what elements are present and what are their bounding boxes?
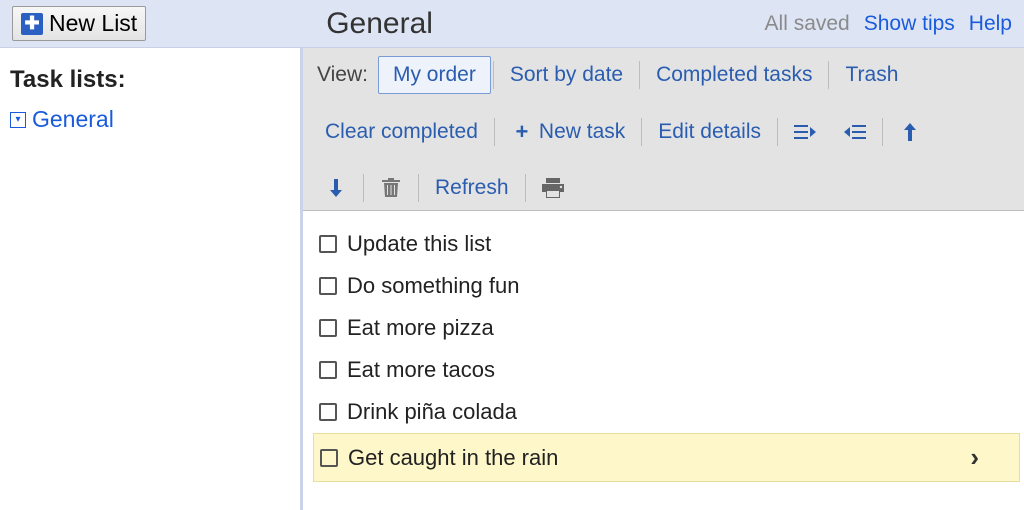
show-tips-link[interactable]: Show tips (864, 12, 955, 36)
checkbox-icon[interactable] (319, 403, 337, 421)
new-list-label: New List (49, 10, 137, 37)
arrow-down-icon (325, 177, 347, 199)
new-task-button[interactable]: + New task (497, 114, 639, 150)
print-button[interactable] (528, 171, 578, 205)
plus-icon: ✚ (21, 13, 43, 35)
checkbox-icon[interactable] (319, 361, 337, 379)
sidebar-item-label: General (32, 106, 114, 133)
move-down-button[interactable] (311, 171, 361, 205)
move-up-button[interactable] (885, 115, 935, 149)
top-right-links: All saved Show tips Help (765, 12, 1012, 36)
clear-completed-button[interactable]: Clear completed (311, 114, 492, 150)
toolbar: View: My order Sort by date Completed ta… (303, 48, 1024, 211)
checkbox-icon[interactable] (319, 277, 337, 295)
view-trash[interactable]: Trash (831, 57, 912, 93)
task-row[interactable]: Drink piña colada (313, 391, 1020, 433)
task-label: Drink piña colada (347, 399, 517, 425)
trash-icon (380, 177, 402, 199)
view-my-order[interactable]: My order (378, 56, 491, 94)
arrow-up-icon (899, 121, 921, 143)
sidebar-item-general[interactable]: ▾ General (10, 104, 290, 135)
indent-right-icon (794, 121, 816, 143)
task-label: Eat more tacos (347, 357, 495, 383)
task-row[interactable]: Eat more tacos (313, 349, 1020, 391)
task-row[interactable]: Update this list (313, 223, 1020, 265)
checkbox-icon[interactable] (320, 449, 338, 467)
task-label: Get caught in the rain (348, 445, 558, 471)
indent-left-icon (844, 121, 866, 143)
sidebar: Task lists: ▾ General (0, 48, 300, 510)
task-label: Update this list (347, 231, 491, 257)
task-label: Do something fun (347, 273, 519, 299)
view-sort-by-date[interactable]: Sort by date (496, 57, 637, 93)
task-row[interactable]: Do something fun (313, 265, 1020, 307)
view-label: View: (311, 59, 378, 91)
indent-left-button[interactable] (830, 115, 880, 149)
refresh-button[interactable]: Refresh (421, 170, 523, 206)
indent-right-button[interactable] (780, 115, 830, 149)
task-row[interactable]: Get caught in the rain › (313, 433, 1020, 482)
chevron-right-icon[interactable]: › (970, 442, 1009, 473)
checkbox-icon[interactable] (319, 235, 337, 253)
page-title: General (326, 7, 433, 41)
sidebar-heading: Task lists: (10, 66, 290, 94)
delete-button[interactable] (366, 171, 416, 205)
main-panel: View: My order Sort by date Completed ta… (300, 48, 1024, 510)
dropdown-icon: ▾ (10, 112, 26, 128)
print-icon (542, 177, 564, 199)
plus-icon: + (511, 121, 533, 143)
edit-details-button[interactable]: Edit details (644, 114, 775, 150)
task-list: Update this list Do something fun Eat more… (303, 211, 1024, 486)
view-completed-tasks[interactable]: Completed tasks (642, 57, 826, 93)
checkbox-icon[interactable] (319, 319, 337, 337)
task-label: Eat more pizza (347, 315, 494, 341)
task-row[interactable]: Eat more pizza (313, 307, 1020, 349)
top-bar: ✚ New List General All saved Show tips H… (0, 0, 1024, 48)
help-link[interactable]: Help (969, 12, 1012, 36)
new-list-button[interactable]: ✚ New List (12, 6, 146, 41)
save-status: All saved (765, 12, 850, 36)
